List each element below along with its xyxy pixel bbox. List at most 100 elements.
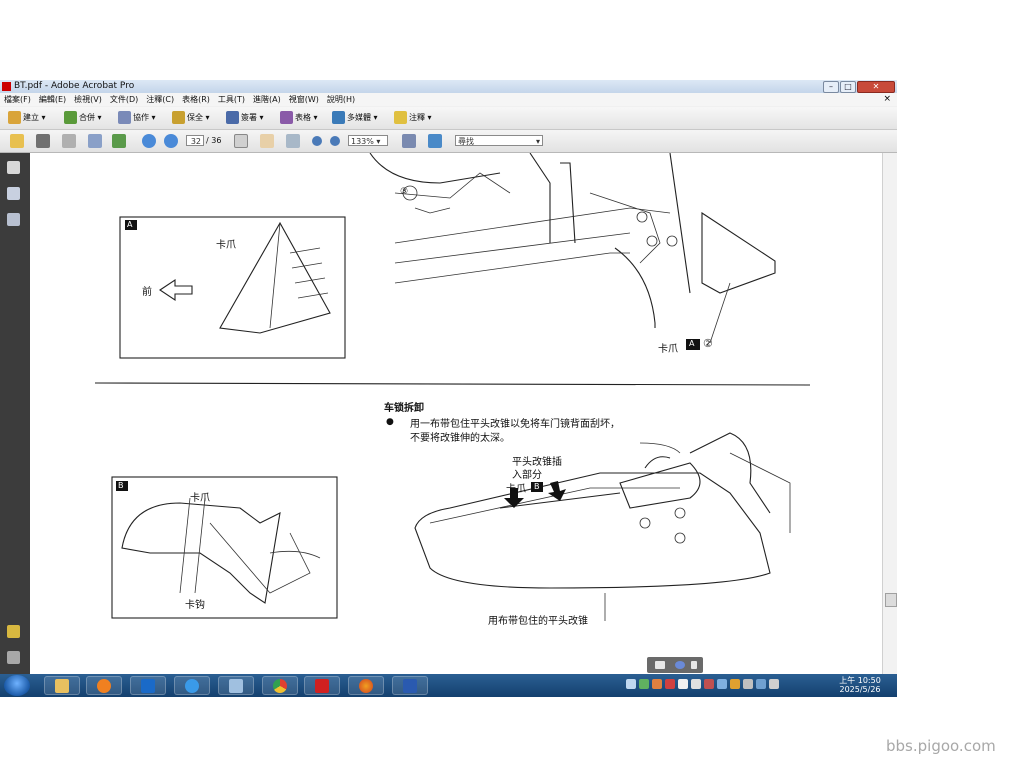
close-document-button[interactable]: ×	[883, 93, 891, 106]
tray-security-icon[interactable]	[639, 679, 649, 689]
hand-tool-icon[interactable]	[260, 134, 274, 148]
menu-bar: 檔案(F) 編輯(E) 檢視(V) 文件(D) 注釋(C) 表格(R) 工具(T) 進階(A)…	[0, 93, 897, 106]
close-button[interactable]: ✕	[857, 81, 895, 93]
window-title: BT.pdf - Adobe Acrobat Pro	[14, 81, 135, 91]
tray-drive-icon[interactable]	[717, 679, 727, 689]
chevron-down-icon[interactable]	[691, 661, 697, 669]
menu-window[interactable]: 視窗(W)	[285, 93, 323, 106]
forms-button[interactable]: 表格 ▾	[280, 111, 318, 125]
secure-button[interactable]: 保全 ▾	[172, 111, 210, 125]
network-icon[interactable]	[743, 679, 753, 689]
panel-b-frame	[111, 476, 338, 619]
combine-icon	[64, 111, 77, 124]
full-screen-icon[interactable]	[428, 134, 442, 148]
claw-a2-badge: A	[689, 339, 695, 348]
system-tray	[626, 679, 826, 693]
menu-tools[interactable]: 工具(T)	[214, 93, 249, 106]
menu-forms[interactable]: 表格(R)	[178, 93, 214, 106]
site-watermark: bbs.pigoo.com	[886, 737, 996, 755]
panel-a-front-label: 前	[142, 287, 152, 298]
bookmarks-icon[interactable]	[7, 187, 20, 200]
search-input[interactable]: 尋找 ▾	[455, 135, 543, 146]
vertical-scrollbar[interactable]	[882, 153, 897, 675]
share-icon[interactable]	[112, 134, 126, 148]
zoom-in-icon[interactable]	[330, 136, 340, 146]
zoom-tool-icon[interactable]	[286, 134, 300, 148]
document-page: A 卡爪 前 ③ 卡爪 A ② 车锁拆卸 ● 用一布带包住平头改锥以免将车门镜背…	[30, 153, 882, 675]
taskbar-windows-app[interactable]	[218, 676, 254, 695]
fit-page-icon[interactable]	[402, 134, 416, 148]
taskbar-internet-explorer[interactable]	[174, 676, 210, 695]
help-icon[interactable]	[675, 661, 685, 669]
section-heading: 车锁拆卸	[384, 403, 424, 414]
zoom-out-icon[interactable]	[312, 136, 322, 146]
combine-button[interactable]: 合併 ▾	[64, 111, 102, 125]
save-icon[interactable]	[62, 134, 76, 148]
zoom-select[interactable]: 133% ▾	[348, 135, 388, 146]
flag-icon[interactable]	[678, 679, 688, 689]
comment-icon	[394, 111, 407, 124]
taskbar-file-explorer[interactable]	[44, 676, 80, 695]
menu-advanced[interactable]: 進階(A)	[249, 93, 285, 106]
scroll-thumb[interactable]	[885, 593, 897, 607]
pages-icon[interactable]	[7, 161, 20, 174]
page-total: / 36	[206, 136, 222, 145]
email-icon[interactable]	[88, 134, 102, 148]
sign-button[interactable]: 簽署 ▾	[226, 111, 264, 125]
menu-document[interactable]: 文件(D)	[106, 93, 142, 106]
claw-a2-number: ②	[703, 337, 713, 350]
taskbar-word[interactable]	[392, 676, 428, 695]
title-bar: BT.pdf - Adobe Acrobat Pro – □ ✕	[0, 80, 897, 93]
comment-button[interactable]: 注釋 ▾	[394, 111, 432, 125]
panel-b-badge: B	[118, 481, 124, 490]
page-number-input[interactable]: 32	[186, 135, 204, 146]
tray-update-icon[interactable]	[652, 679, 662, 689]
taskbar-chrome[interactable]	[262, 676, 298, 695]
comment-label: 注釋	[409, 113, 425, 122]
battery-icon[interactable]	[769, 679, 779, 689]
menu-edit[interactable]: 編輯(E)	[35, 93, 70, 106]
chrome-icon	[273, 679, 287, 693]
comments-icon[interactable]	[7, 625, 20, 638]
outlook-icon	[141, 679, 155, 693]
lock-icon	[172, 111, 185, 124]
menu-file[interactable]: 檔案(F)	[0, 93, 35, 106]
signatures-icon[interactable]	[7, 213, 20, 226]
taskbar-acrobat[interactable]	[304, 676, 340, 695]
folder-icon	[55, 679, 69, 693]
tray-app-icon[interactable]	[626, 679, 636, 689]
open-folder-icon[interactable]	[10, 134, 24, 148]
media-player-icon	[97, 679, 111, 693]
collaborate-button[interactable]: 協作 ▾	[118, 111, 156, 125]
page-display-icon[interactable]	[655, 661, 665, 669]
minimize-button[interactable]: –	[823, 81, 839, 93]
maximize-button[interactable]: □	[840, 81, 856, 93]
select-cursor-icon[interactable]	[234, 134, 248, 148]
tray-alert-icon[interactable]	[704, 679, 714, 689]
volume-icon[interactable]	[691, 679, 701, 689]
previous-page-icon[interactable]	[142, 134, 156, 148]
taskbar-outlook[interactable]	[130, 676, 166, 695]
print-icon[interactable]	[36, 134, 50, 148]
create-button[interactable]: 建立 ▾	[8, 111, 46, 125]
menu-view[interactable]: 檢視(V)	[70, 93, 106, 106]
attachments-icon[interactable]	[7, 651, 20, 664]
rotation-arrow-icon	[644, 456, 671, 469]
instruction-line-2: 不要将改锥伸的太深。	[410, 433, 510, 444]
tray-input-icon[interactable]	[756, 679, 766, 689]
tasks-toolbar: 建立 ▾ 合併 ▾ 協作 ▾ 保全 ▾ 簽署 ▾ 表格 ▾ 多媒體 ▾ 注釋 ▾	[0, 107, 897, 130]
menu-help[interactable]: 說明(H)	[323, 93, 359, 106]
system-clock[interactable]: 上午 10:50 2025/5/26	[836, 676, 884, 694]
claw-b-label: 卡爪	[506, 484, 526, 495]
tray-antivirus-icon[interactable]	[665, 679, 675, 689]
next-page-icon[interactable]	[164, 134, 178, 148]
insert-label-line-2: 入部分	[512, 470, 542, 481]
collaborate-label: 協作	[133, 113, 149, 122]
menu-comments[interactable]: 注釋(C)	[142, 93, 178, 106]
tray-chat-icon[interactable]	[730, 679, 740, 689]
multimedia-button[interactable]: 多媒體 ▾	[332, 111, 378, 125]
start-button[interactable]	[4, 675, 30, 696]
taskbar-media-player[interactable]	[86, 676, 122, 695]
multimedia-label: 多媒體	[347, 113, 371, 122]
taskbar-firefox[interactable]	[348, 676, 384, 695]
